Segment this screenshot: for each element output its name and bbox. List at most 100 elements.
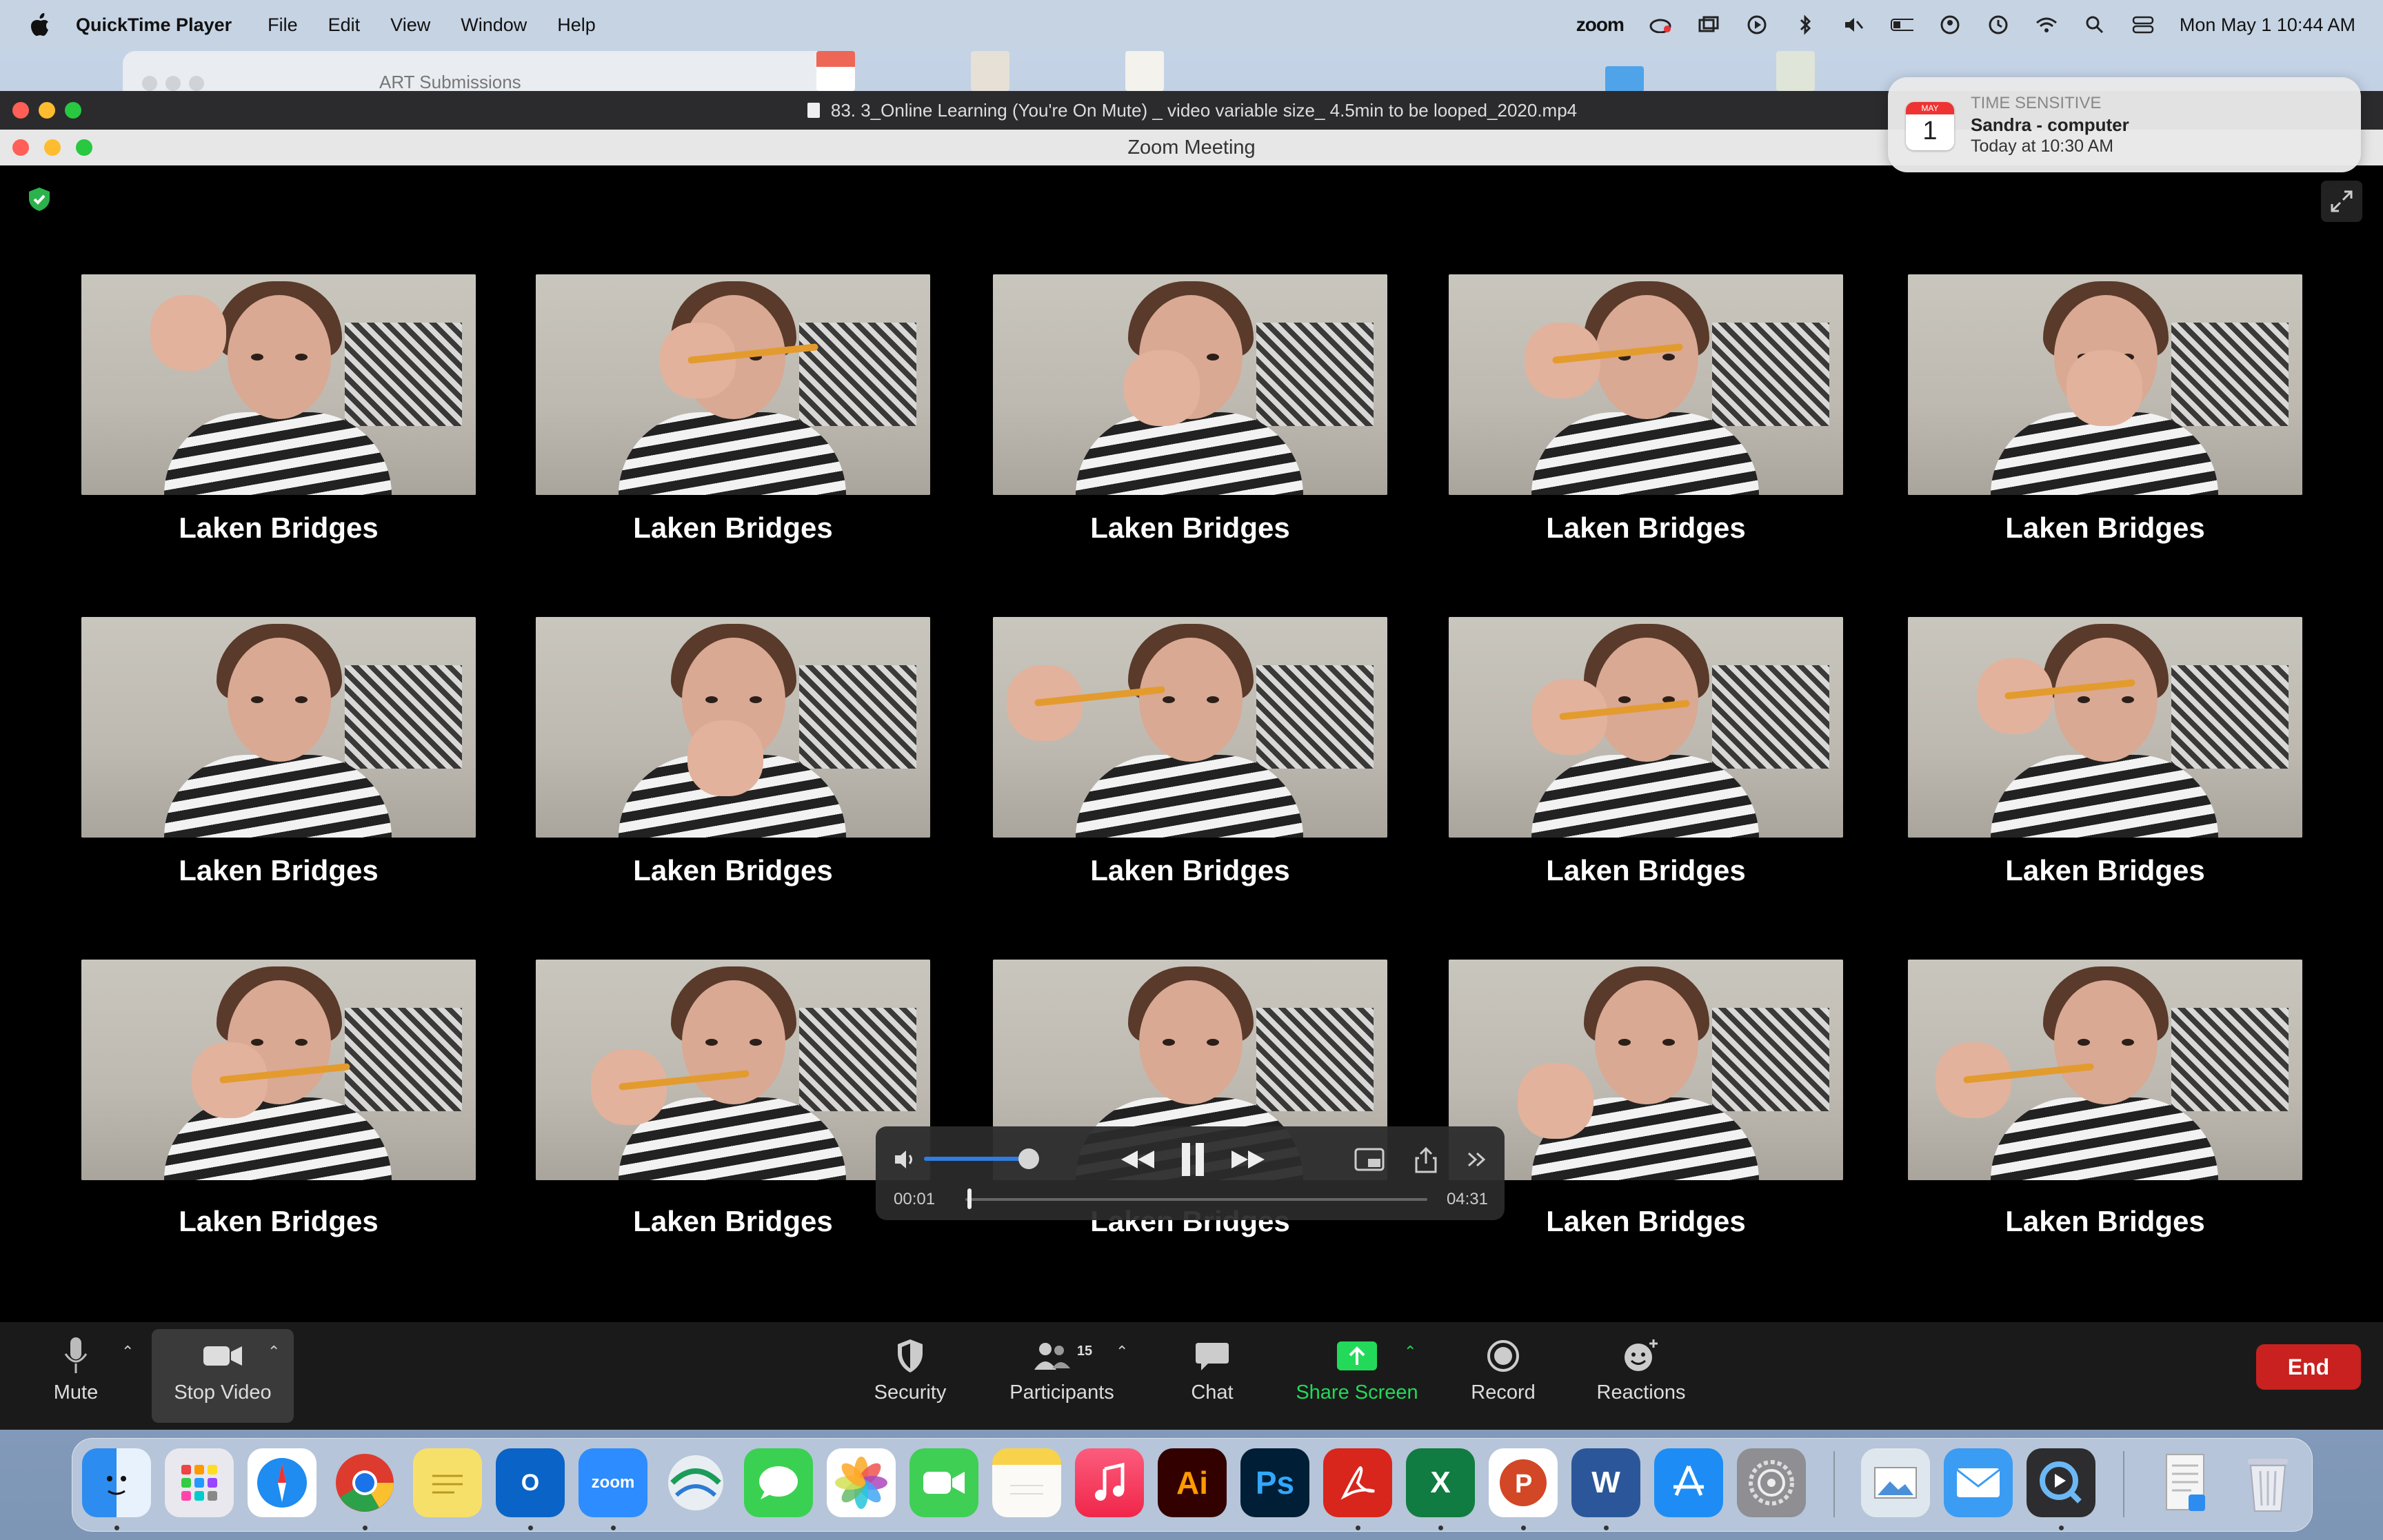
battery-icon[interactable] — [1890, 13, 1913, 37]
minimize-window-button[interactable] — [44, 139, 61, 156]
record-icon — [1487, 1340, 1519, 1372]
fullscreen-icon[interactable] — [2321, 181, 2362, 222]
play-icon[interactable] — [1745, 13, 1769, 37]
participant-video-tile[interactable] — [1449, 960, 1843, 1180]
dock-quicktime-icon[interactable] — [2027, 1448, 2095, 1517]
record-button[interactable]: Record — [1455, 1335, 1551, 1420]
dock-finder-icon[interactable] — [82, 1448, 151, 1517]
user-icon[interactable] — [1938, 13, 1962, 37]
menu-edit[interactable]: Edit — [328, 14, 361, 36]
security-shield-icon — [898, 1339, 923, 1372]
rewind-button[interactable] — [1117, 1143, 1158, 1176]
volume-slider-knob[interactable] — [1018, 1148, 1039, 1169]
video-options-chevron-icon[interactable]: ⌃ — [268, 1343, 280, 1361]
menu-file[interactable]: File — [268, 14, 298, 36]
participant-video-tile[interactable] — [536, 617, 930, 838]
bluetooth-icon[interactable] — [1793, 13, 1817, 37]
dock-messages-icon[interactable] — [744, 1448, 813, 1517]
dock-facetime-icon[interactable] — [909, 1448, 978, 1517]
close-window-button[interactable] — [12, 139, 29, 156]
control-center-icon[interactable] — [2131, 13, 2155, 37]
desktop-file-icon[interactable] — [1776, 51, 1815, 91]
dock-document-icon[interactable] — [2151, 1448, 2220, 1517]
participant-video-tile[interactable] — [81, 617, 476, 838]
apple-menu-icon[interactable] — [25, 10, 55, 40]
dock-notes-icon[interactable] — [992, 1448, 1061, 1517]
dock-outlook-icon[interactable]: O — [496, 1448, 565, 1517]
menu-window[interactable]: Window — [461, 14, 527, 36]
background-finder-window[interactable]: ART Submissions — [123, 51, 847, 92]
desktop-file-icon[interactable] — [816, 51, 855, 91]
reactions-button[interactable]: Reactions — [1586, 1335, 1696, 1420]
dock-launchpad-icon[interactable] — [165, 1448, 234, 1517]
participant-video-tile[interactable] — [1449, 617, 1843, 838]
participants-options-chevron-icon[interactable]: ⌃ — [1116, 1343, 1128, 1361]
creative-cloud-icon[interactable] — [1649, 13, 1672, 37]
close-window-button[interactable] — [12, 102, 29, 119]
minimize-window-button[interactable] — [39, 102, 55, 119]
dock-system-settings-icon[interactable] — [1737, 1448, 1806, 1517]
menu-clock[interactable]: Mon May 1 10:44 AM — [2180, 14, 2355, 36]
participant-video-tile[interactable] — [536, 274, 930, 495]
app-name-menu[interactable]: QuickTime Player — [76, 14, 232, 36]
desktop-folder-icon[interactable] — [1605, 66, 1644, 92]
wifi-icon[interactable] — [2035, 13, 2058, 37]
dock-photoshop-icon[interactable]: Ps — [1240, 1448, 1309, 1517]
participant-video-tile[interactable] — [1908, 617, 2302, 838]
zoom-window-button[interactable] — [76, 139, 92, 156]
dock-chrome-icon[interactable] — [330, 1448, 399, 1517]
time-machine-icon[interactable] — [1987, 13, 2010, 37]
audio-options-chevron-icon[interactable]: ⌃ — [121, 1343, 134, 1361]
dock-music-icon[interactable] — [1075, 1448, 1144, 1517]
picture-in-picture-icon[interactable] — [1351, 1143, 1387, 1176]
fast-forward-button[interactable] — [1227, 1143, 1269, 1176]
participant-video-tile[interactable] — [536, 960, 930, 1180]
dock-illustrator-icon[interactable]: Ai — [1158, 1448, 1227, 1517]
chat-button[interactable]: Chat — [1164, 1335, 1260, 1420]
participant-video-tile[interactable] — [993, 617, 1387, 838]
dock-preview-icon[interactable] — [1861, 1448, 1930, 1517]
dock-powerpoint-icon[interactable]: P — [1489, 1448, 1558, 1517]
participants-button[interactable]: 15 Participants — [1000, 1335, 1124, 1420]
end-meeting-button[interactable]: End — [2256, 1344, 2361, 1390]
pause-button[interactable] — [1172, 1139, 1214, 1180]
wall-artwork — [1256, 323, 1374, 426]
dock-photos-icon[interactable] — [827, 1448, 896, 1517]
dock-zoom-icon[interactable]: zoom — [579, 1448, 647, 1517]
zoom-window-button[interactable] — [65, 102, 81, 119]
participant-video-tile[interactable] — [81, 274, 476, 495]
mute-button[interactable]: Mute — [28, 1335, 124, 1420]
participant-video-tile[interactable] — [1908, 274, 2302, 495]
dock-safari-icon[interactable] — [248, 1448, 316, 1517]
volume-muted-icon[interactable] — [1842, 13, 1865, 37]
dock-acrobat-icon[interactable] — [1323, 1448, 1392, 1517]
menu-help[interactable]: Help — [557, 14, 596, 36]
dock-mail-icon[interactable] — [1944, 1448, 2013, 1517]
encryption-shield-icon[interactable] — [26, 186, 52, 212]
dock-word-icon[interactable]: W — [1571, 1448, 1640, 1517]
dock-excel-icon[interactable]: X — [1406, 1448, 1475, 1517]
volume-icon[interactable] — [892, 1147, 920, 1172]
participant-video-tile[interactable] — [81, 960, 476, 1180]
windows-icon[interactable] — [1697, 13, 1720, 37]
dock-stickies-icon[interactable] — [413, 1448, 482, 1517]
desktop-file-icon[interactable] — [1125, 51, 1164, 91]
share-icon[interactable] — [1411, 1143, 1441, 1176]
participant-video-tile[interactable] — [993, 274, 1387, 495]
participant-video-tile[interactable] — [1449, 274, 1843, 495]
playback-scrubber-knob[interactable] — [967, 1188, 972, 1209]
desktop-file-icon[interactable] — [971, 51, 1009, 91]
volume-slider-fill[interactable] — [924, 1157, 1029, 1161]
menu-view[interactable]: View — [390, 14, 430, 36]
more-options-icon[interactable] — [1462, 1143, 1492, 1176]
dock-globe-app-icon[interactable] — [661, 1448, 730, 1517]
calendar-notification[interactable]: MAY 1 TIME SENSITIVE Sandra - computer T… — [1888, 77, 2361, 172]
share-options-chevron-icon[interactable]: ⌃ — [1404, 1343, 1416, 1361]
playback-scrubber-track[interactable] — [965, 1198, 1427, 1201]
spotlight-search-icon[interactable] — [2083, 13, 2107, 37]
participant-video-tile[interactable] — [1908, 960, 2302, 1180]
zoom-menu-extra[interactable]: zoom — [1576, 14, 1625, 36]
security-button[interactable]: Security — [862, 1335, 958, 1420]
dock-app-store-icon[interactable] — [1654, 1448, 1723, 1517]
dock-trash-icon[interactable] — [2233, 1448, 2302, 1517]
